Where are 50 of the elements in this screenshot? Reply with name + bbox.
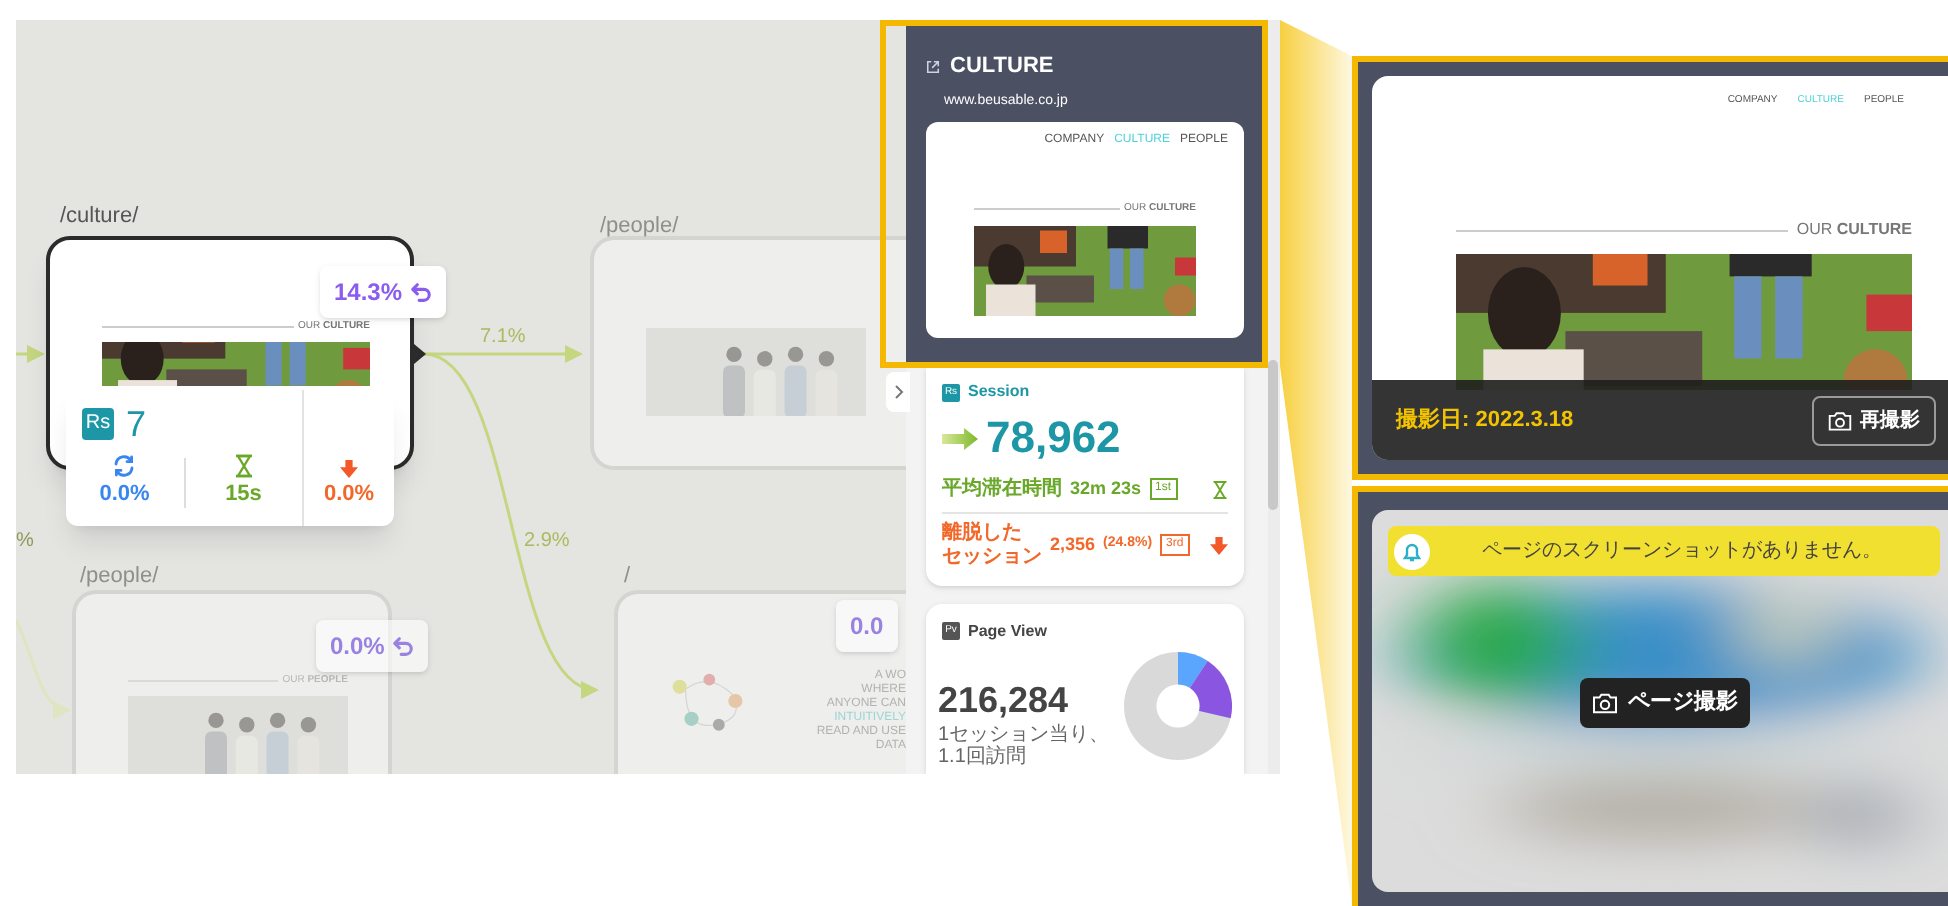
session-total: 78,962 — [986, 412, 1121, 464]
connector-arrow — [16, 619, 71, 717]
return-rate-badge: 14.3% — [320, 266, 447, 318]
page-view-total: 216,284 — [938, 679, 1071, 719]
page-view-note: 1セッション当り、 1.1回訪問 — [938, 723, 1110, 767]
page-path: /people/ — [80, 562, 159, 592]
retake-button[interactable]: 再撮影 — [1812, 395, 1936, 445]
card-title: Page View — [968, 619, 1047, 643]
edge-label: % — [16, 528, 34, 556]
session-icon: Rs — [82, 408, 114, 440]
scrollbar-thumb[interactable] — [1268, 360, 1278, 510]
page-path: /people/ — [600, 212, 679, 242]
collapse-button[interactable] — [886, 372, 910, 412]
capture-page-button[interactable]: ページ撮影 — [1580, 678, 1750, 727]
return-rate-badge: 0.0% — [316, 620, 429, 672]
connector-arrow — [16, 345, 45, 363]
undo-icon — [392, 635, 415, 657]
pointer-icon — [414, 344, 426, 364]
external-link-icon[interactable] — [926, 59, 940, 74]
session-count: 7 — [126, 406, 147, 442]
revisit-rate: 0.0% — [99, 480, 150, 510]
refresh-icon — [112, 454, 137, 478]
stay-duration: 15s — [225, 480, 262, 510]
camera-icon — [1828, 409, 1852, 431]
metric-value: 2,356 — [1050, 531, 1096, 558]
hourglass-icon — [233, 454, 254, 478]
metric-label: 離脱した — [942, 521, 1024, 545]
donut-chart-drawing — [1124, 651, 1232, 759]
capture-date: 撮影日: 2022.3.18 — [1396, 405, 1574, 436]
metric-label: セッション — [942, 545, 1042, 569]
return-rate-badge: 0.0 — [836, 600, 898, 652]
page-title: CULTURE — [950, 52, 1054, 82]
metric-value: 32m 23s — [1070, 476, 1142, 502]
card-title: Session — [968, 380, 1030, 404]
page-path: / — [624, 562, 631, 592]
page-path: /culture/ — [60, 202, 139, 232]
edge-label: 7.1% — [480, 324, 526, 352]
down-arrow-icon — [1210, 535, 1228, 555]
undo-icon — [410, 281, 433, 303]
heading-text: OUR CULTURE — [1796, 218, 1912, 242]
arrow-icon — [942, 427, 978, 449]
down-arrow-icon — [340, 459, 358, 477]
exit-rate: 0.0% — [323, 479, 375, 509]
camera-icon — [1592, 691, 1618, 714]
bell-icon — [1394, 533, 1430, 569]
chevron-icon[interactable] — [893, 384, 903, 400]
edge-label: 2.9% — [524, 528, 570, 556]
metric-label: 平均滞在時間 — [942, 477, 1062, 502]
hourglass-icon — [1212, 479, 1228, 500]
notice-text: ページのスクリーンショットがありません。 — [1480, 538, 1884, 566]
